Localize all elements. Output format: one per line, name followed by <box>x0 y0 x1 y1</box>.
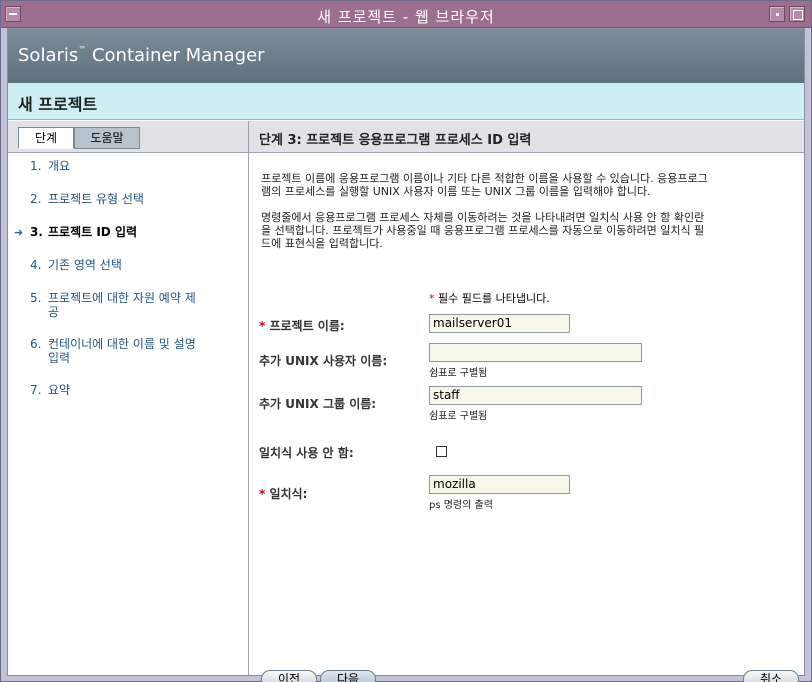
step-item-name-description[interactable]: 6. 컨테이너에 대한 이름 및 설명 입력 <box>30 337 230 365</box>
tab-help[interactable]: 도움말 <box>74 127 140 149</box>
project-name-input[interactable]: mailserver01 <box>429 314 570 333</box>
unix-user-label: 추가 UNIX 사용자 이름: <box>259 354 388 368</box>
masthead: Solaris™ Container Manager <box>8 29 804 83</box>
unix-user-hint: 쉼표로 구별됨 <box>429 368 488 379</box>
cancel-button[interactable]: 취소 <box>743 670 799 682</box>
page-title: 새 프로젝트 <box>18 95 98 114</box>
project-name-label: * 프로젝트 이름: <box>259 319 345 333</box>
next-button[interactable]: 다음 <box>320 670 376 682</box>
match-input[interactable]: mozilla <box>429 475 570 494</box>
product-name: Solaris™ Container Manager <box>18 45 265 66</box>
previous-button[interactable]: 이전 <box>261 670 317 682</box>
page-title-bar: 새 프로젝트 <box>8 83 804 120</box>
match-hint: ps 명령의 출력 <box>429 500 493 511</box>
step-header-title: 단계 3: 프로젝트 응용프로그램 프로세스 ID 입력 <box>259 133 532 148</box>
match-label: * 일치식: <box>259 487 308 501</box>
window-titlebar[interactable]: 새 프로젝트 - 웹 브라우저 <box>1 1 811 28</box>
step-item-overview[interactable]: 1. 개요 <box>30 159 230 173</box>
unix-group-label: 추가 UNIX 그룹 이름: <box>259 397 377 411</box>
unix-group-hint: 쉼표로 구별됨 <box>429 411 488 422</box>
steps-panel: 단계 도움말 1. 개요 2. 프로젝트 유형 선택 ➜ 3. 프로젝트 ID 입력 … <box>8 121 249 675</box>
disable-match-label: 일치식 사용 안 함: <box>259 446 354 460</box>
unix-user-input[interactable] <box>429 343 642 362</box>
maximize-icon[interactable] <box>789 6 805 22</box>
wizard-content: Solaris™ Container Manager 새 프로젝트 단계 도움말… <box>7 28 805 682</box>
step-form-panel: 단계 3: 프로젝트 응용프로그램 프로세스 ID 입력 프로젝트 이름에 응용… <box>249 121 804 682</box>
unix-group-input[interactable]: staff <box>429 386 642 405</box>
step-item-project-id: 3. 프로젝트 ID 입력 <box>30 225 138 239</box>
step-header: 단계 3: 프로젝트 응용프로그램 프로세스 ID 입력 <box>249 121 804 153</box>
required-field-note: * 필수 필드를 나타냅니다. <box>429 292 550 305</box>
step-item-summary[interactable]: 7. 요약 <box>30 383 230 397</box>
step-item-resource[interactable]: 5. 프로젝트에 대한 자원 예약 제공 <box>30 291 230 319</box>
tab-steps[interactable]: 단계 <box>18 127 74 149</box>
help-paragraph-1: 프로젝트 이름에 응용프로그램 이름이나 기타 다른 적합한 이름을 사용할 수… <box>261 172 708 198</box>
disable-match-checkbox[interactable] <box>436 446 447 457</box>
minimize-icon[interactable] <box>769 6 785 22</box>
tab-bar: 단계 도움말 <box>8 121 248 153</box>
step-item-project-type[interactable]: 2. 프로젝트 유형 선택 <box>30 192 230 206</box>
window-title: 새 프로젝트 - 웹 브라우저 <box>317 8 495 26</box>
help-paragraph-2: 명령줄에서 응용프로그램 프로세스 자체를 이동하려는 것을 나타내려면 일치식… <box>261 211 705 250</box>
step-item-zone[interactable]: 4. 기존 영역 선택 <box>30 258 230 272</box>
current-step-arrow-icon: ➜ <box>14 226 24 239</box>
browser-window: 새 프로젝트 - 웹 브라우저 Solaris™ Container Manag… <box>0 0 812 682</box>
